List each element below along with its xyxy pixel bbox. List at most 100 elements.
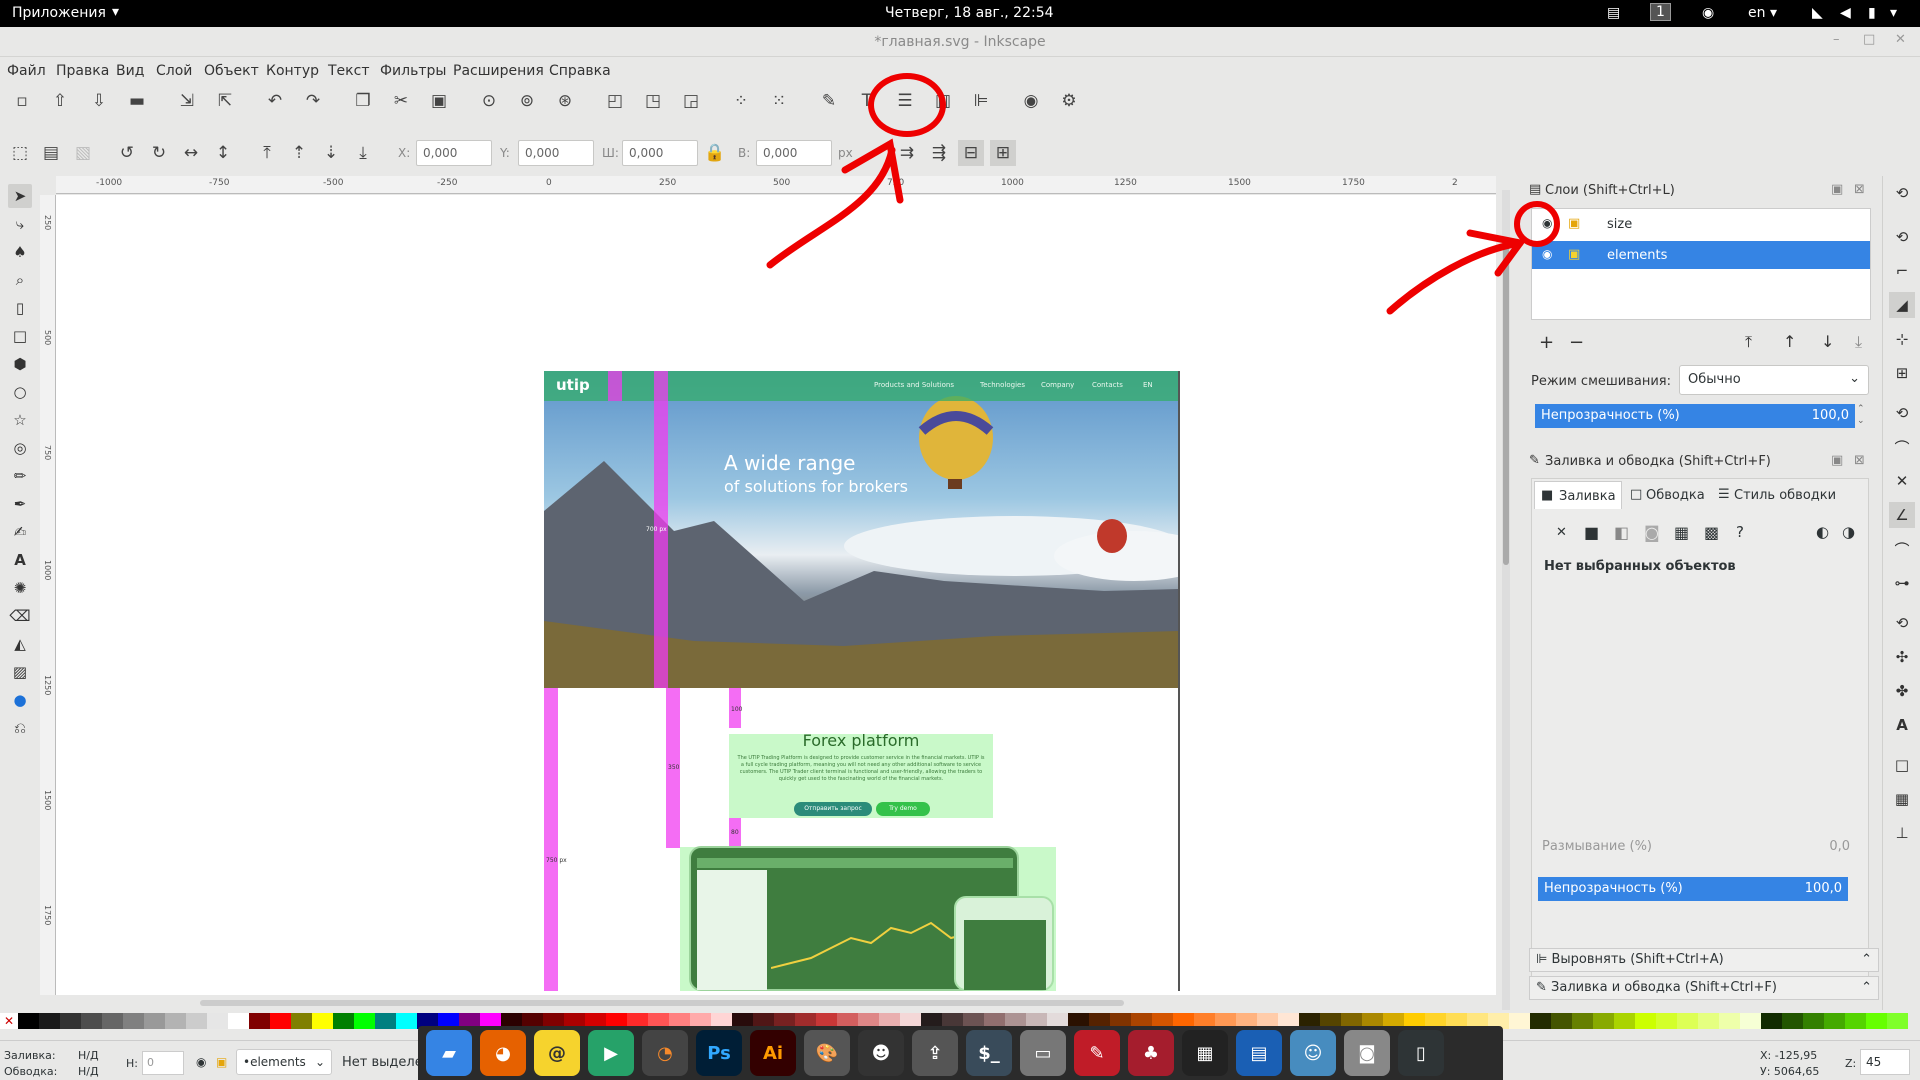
paste-icon[interactable]: ▣ — [426, 88, 452, 114]
layers-list[interactable]: ◉ ▣ size ◉ ▣ elements — [1531, 208, 1871, 320]
deselect-icon[interactable]: ▧ — [70, 140, 96, 166]
panel-iconify-icon[interactable]: ▣ — [1831, 182, 1843, 197]
tab-stroke-style[interactable]: ☰ Стиль обводки — [1714, 481, 1864, 509]
game-icon[interactable]: ☻ — [858, 1030, 904, 1076]
screenshot-icon[interactable]: ◙ — [1344, 1030, 1390, 1076]
fill-nonzero-icon[interactable]: ◑ — [1842, 523, 1855, 541]
color-swatch[interactable] — [1782, 1013, 1803, 1029]
lock-open-icon[interactable]: ▣ — [1568, 247, 1580, 262]
gamepad-icon[interactable]: ◉ — [1702, 5, 1714, 21]
3d-box-tool-icon[interactable]: ⬢ — [8, 352, 32, 376]
rectangle-tool-icon[interactable]: □ — [8, 324, 32, 348]
color-swatch[interactable] — [18, 1013, 39, 1029]
unlink-clone-icon[interactable]: ◲ — [678, 88, 704, 114]
cut-icon[interactable]: ✂ — [388, 88, 414, 114]
gradient-tool-icon[interactable]: ▨ — [8, 660, 32, 684]
nav-item-language[interactable]: EN — [1143, 381, 1153, 389]
h-field[interactable]: 0 — [142, 1051, 184, 1075]
blender-icon[interactable]: ◔ — [642, 1030, 688, 1076]
no-color-swatch[interactable]: ✕ — [0, 1013, 18, 1029]
layer-opacity-slider[interactable]: Непрозрачность (%) 100,0 — [1535, 404, 1855, 428]
menu-text[interactable]: Текст — [328, 63, 369, 79]
pen-tool-icon[interactable]: ✒ — [8, 492, 32, 516]
snap-bbox-icon[interactable]: ⟲ — [1889, 224, 1915, 250]
color-swatch[interactable] — [291, 1013, 312, 1029]
no-paint-icon[interactable]: ✕ — [1556, 525, 1567, 540]
workspace-indicator[interactable]: 1 — [1650, 3, 1671, 21]
connector-tool-icon[interactable]: ⎌ — [8, 716, 32, 740]
panel-iconify-icon[interactable]: ▣ — [1831, 453, 1843, 468]
color-swatch[interactable] — [123, 1013, 144, 1029]
spiral-tool-icon[interactable]: ◎ — [8, 436, 32, 460]
wifi-icon[interactable]: ◣ — [1812, 5, 1823, 21]
language-indicator[interactable]: en — [1748, 5, 1766, 21]
duplicate-icon[interactable]: ◰ — [602, 88, 628, 114]
nav-item-technologies[interactable]: Technologies — [980, 381, 1025, 389]
maximize-icon[interactable]: □ — [1863, 32, 1875, 47]
snap-bbox-center-icon[interactable]: ⊞ — [1889, 360, 1915, 386]
star-tool-icon[interactable]: ☆ — [8, 408, 32, 432]
remove-layer-icon[interactable]: − — [1569, 332, 1584, 353]
mesh-tool-icon[interactable]: ● — [8, 688, 32, 712]
menu-help[interactable]: Справка — [549, 63, 611, 79]
align-panel-collapsed[interactable]: ⊫ Выровнять (Shift+Ctrl+A) ⌃ — [1529, 948, 1879, 972]
color-swatch[interactable] — [165, 1013, 186, 1029]
blur-field[interactable]: Размывание (%) 0,0 — [1536, 833, 1858, 861]
nav-item-products[interactable]: Products and Solutions — [874, 381, 954, 389]
flip-horizontal-icon[interactable]: ↔ — [178, 140, 204, 166]
rotate-cw-icon[interactable]: ↻ — [146, 140, 172, 166]
snap-text-baseline-icon[interactable]: A — [1889, 712, 1915, 738]
preferences-gear-icon[interactable]: ⚙ — [1056, 88, 1082, 114]
align-distribute-icon[interactable]: ⊫ — [968, 88, 994, 114]
layer-to-top-icon[interactable]: ⤒ — [1745, 332, 1752, 352]
fill-panel-collapsed[interactable]: ✎ Заливка и обводка (Shift+Ctrl+F) ⌃ — [1529, 976, 1879, 1000]
close-icon[interactable]: ✕ — [1895, 32, 1906, 47]
color-swatch[interactable] — [1761, 1013, 1782, 1029]
color-swatch[interactable] — [1845, 1013, 1866, 1029]
try-demo-button[interactable]: Try demo — [876, 802, 930, 816]
menu-path[interactable]: Контур — [266, 63, 319, 79]
document-icon[interactable]: ▯ — [1398, 1030, 1444, 1076]
color-swatch[interactable] — [396, 1013, 417, 1029]
y-field[interactable]: 0,000 — [518, 140, 594, 166]
calligraphy-tool-icon[interactable]: ✍ — [8, 520, 32, 544]
clone-icon[interactable]: ◳ — [640, 88, 666, 114]
color-swatch[interactable] — [102, 1013, 123, 1029]
add-layer-icon[interactable]: + — [1539, 332, 1554, 353]
fill-evenodd-icon[interactable]: ◐ — [1816, 523, 1829, 541]
raise-to-top-icon[interactable]: ⤒ — [254, 140, 280, 166]
snap-bbox-edge-icon[interactable]: ⌐ — [1889, 258, 1915, 284]
color-swatch[interactable] — [270, 1013, 291, 1029]
object-opacity-slider[interactable]: Непрозрачность (%) 100,0 — [1538, 877, 1848, 901]
color-swatch[interactable] — [1509, 1013, 1530, 1029]
paint-bucket-tool-icon[interactable]: ◭ — [8, 632, 32, 656]
color-swatch[interactable] — [39, 1013, 60, 1029]
xml-editor-icon[interactable]: ✎ — [816, 88, 842, 114]
nav-item-company[interactable]: Company — [1041, 381, 1074, 389]
snap-guide-icon[interactable]: ⊥ — [1889, 820, 1915, 846]
group-icon[interactable]: ⁘ — [728, 88, 754, 114]
pencil-tool-icon[interactable]: ✏ — [8, 464, 32, 488]
snap-rotation-center-icon[interactable]: ✤ — [1889, 678, 1915, 704]
snap-smooth-icon[interactable]: ⌒ — [1889, 536, 1915, 562]
menu-object[interactable]: Объект — [204, 63, 259, 79]
godot-icon[interactable]: ☺ — [1290, 1030, 1336, 1076]
color-swatch[interactable] — [1719, 1013, 1740, 1029]
color-swatch[interactable] — [81, 1013, 102, 1029]
snap-toggle-icon[interactable]: ⟲ — [1889, 180, 1915, 206]
workspaces-icon[interactable]: ▤ — [1236, 1030, 1282, 1076]
snap-cusp-icon[interactable]: ∠ — [1889, 502, 1915, 528]
snap-midpoints-icon[interactable]: ⊶ — [1889, 570, 1915, 596]
nav-item-contacts[interactable]: Contacts — [1092, 381, 1123, 389]
copy-icon[interactable]: ❐ — [350, 88, 376, 114]
color-swatch[interactable] — [375, 1013, 396, 1029]
tab-stroke[interactable]: □ Обводка — [1626, 481, 1710, 509]
lock-open-icon[interactable]: ▣ — [1568, 216, 1580, 231]
artboard[interactable]: utip Products and Solutions Technologies… — [544, 371, 1180, 991]
color-swatch[interactable] — [1656, 1013, 1677, 1029]
layer-row-size[interactable]: ◉ ▣ size — [1532, 211, 1870, 237]
spin-down-icon[interactable]: ⌄ — [1857, 416, 1865, 426]
upload-icon[interactable]: ⇪ — [912, 1030, 958, 1076]
snap-bbox-corner-icon[interactable]: ◢ — [1889, 292, 1915, 318]
color-swatch[interactable] — [207, 1013, 228, 1029]
